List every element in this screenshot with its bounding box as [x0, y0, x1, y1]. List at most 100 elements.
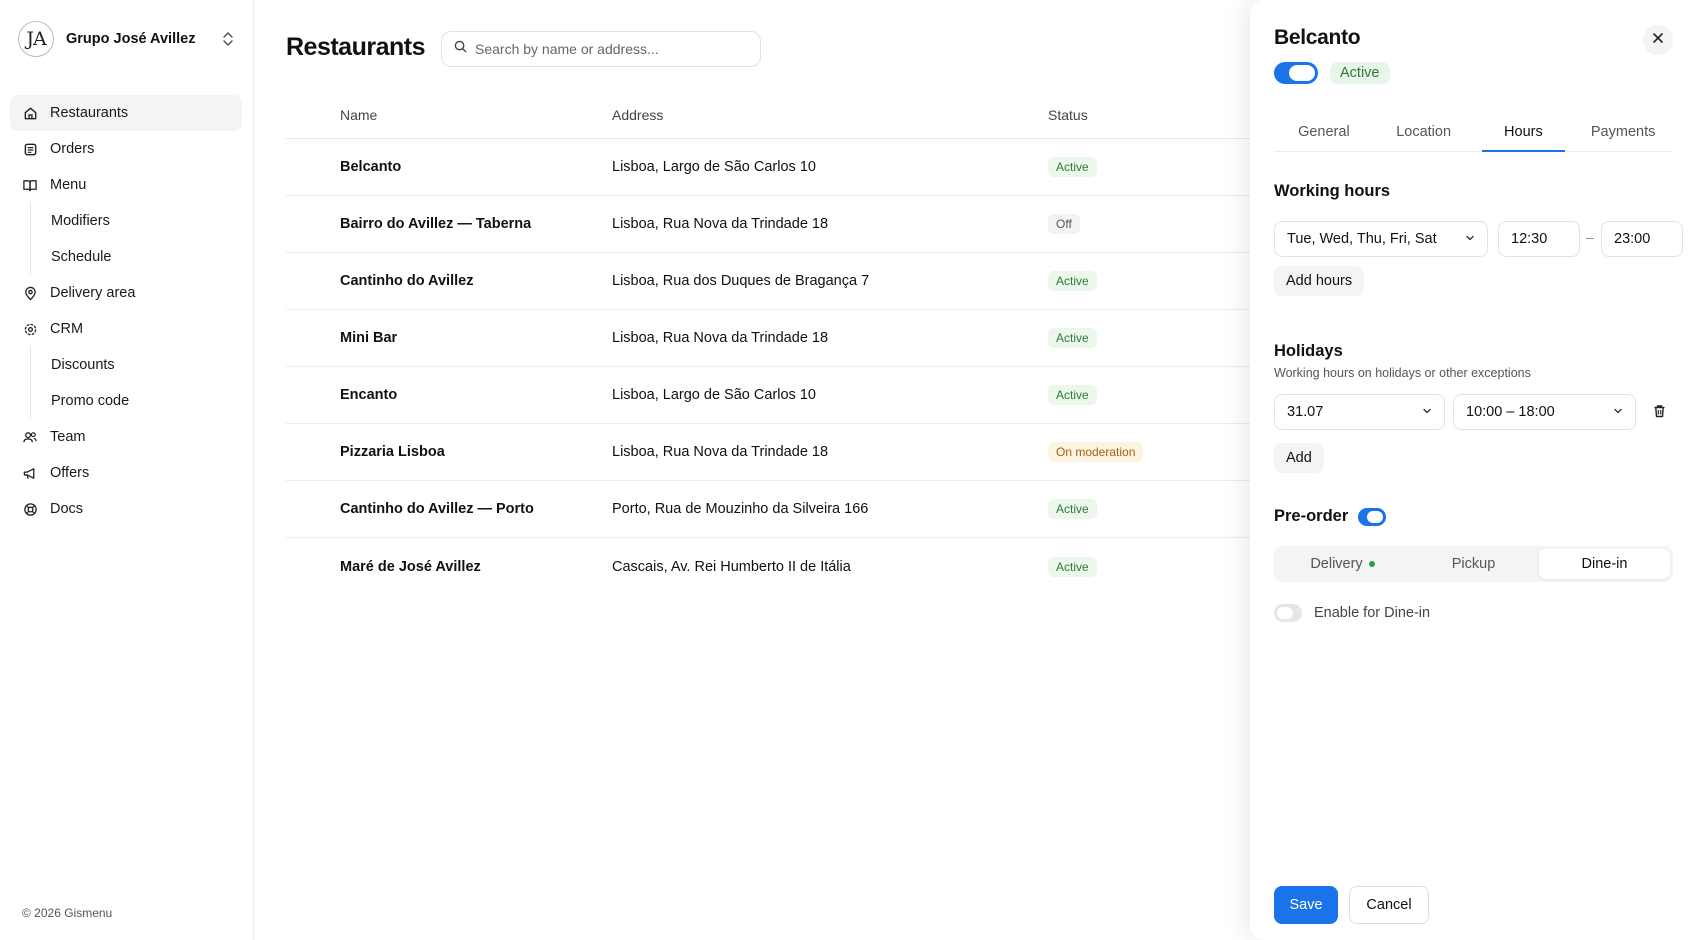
- status-badge: Active: [1048, 499, 1097, 519]
- sidebar-item-orders[interactable]: Orders: [10, 131, 242, 167]
- sidebar-item-discounts[interactable]: Discounts: [10, 347, 242, 383]
- gear-icon: [22, 321, 38, 337]
- search-input[interactable]: [475, 41, 745, 57]
- tab-payments[interactable]: Payments: [1573, 110, 1673, 151]
- sidebar-item-label: Menu: [50, 177, 87, 193]
- search-box[interactable]: [441, 31, 761, 67]
- table-row[interactable]: Cantinho do Avillez — Porto Porto, Rua d…: [286, 481, 1254, 538]
- time-separator: –: [1586, 229, 1594, 245]
- sidebar-item-restaurants[interactable]: Restaurants: [10, 95, 242, 131]
- table-row[interactable]: Encanto Lisboa, Largo de São Carlos 10 A…: [286, 367, 1254, 424]
- close-button[interactable]: [1643, 25, 1673, 55]
- map-pin-icon: [22, 285, 38, 301]
- tab-hours[interactable]: Hours: [1474, 110, 1574, 152]
- holiday-hours-select[interactable]: 10:00 – 18:00: [1453, 394, 1636, 430]
- close-time-value: 23:00: [1614, 231, 1651, 247]
- status-badge: Active: [1048, 385, 1097, 405]
- sidebar-item-label: Discounts: [51, 357, 115, 373]
- restaurant-address: Lisboa, Largo de São Carlos 10: [612, 387, 816, 403]
- open-time-input[interactable]: 12:30: [1498, 221, 1580, 257]
- sidebar-item-team[interactable]: Team: [10, 419, 242, 455]
- chevron-down-icon: [1613, 404, 1623, 420]
- sidebar-item-schedule[interactable]: Schedule: [10, 239, 242, 275]
- sidebar-item-docs[interactable]: Docs: [10, 491, 242, 527]
- sidebar-item-crm[interactable]: CRM: [10, 311, 242, 347]
- holiday-date-value: 31.07: [1287, 404, 1324, 420]
- table-row[interactable]: Cantinho do Avillez Lisboa, Rua dos Duqu…: [286, 253, 1254, 310]
- table-row[interactable]: Maré de José Avillez Cascais, Av. Rei Hu…: [286, 538, 1254, 595]
- restaurant-address: Cascais, Av. Rei Humberto II de Itália: [612, 558, 851, 575]
- restaurants-table: Name Address Status Belcanto Lisboa, Lar…: [286, 92, 1254, 595]
- restaurant-address: Lisboa, Largo de São Carlos 10: [612, 159, 816, 175]
- enabled-dot-icon: [1368, 561, 1375, 567]
- trash-icon[interactable]: [1650, 402, 1668, 420]
- chevron-down-icon: [1465, 231, 1475, 247]
- days-value: Tue, Wed, Thu, Fri, Sat: [1287, 231, 1437, 247]
- table-row[interactable]: Bairro do Avillez — Taberna Lisboa, Rua …: [286, 196, 1254, 253]
- close-icon: [1652, 31, 1664, 49]
- sidebar-item-offers[interactable]: Offers: [10, 455, 242, 491]
- column-header-status[interactable]: Status: [1048, 107, 1254, 123]
- segment-label: Delivery: [1310, 556, 1363, 572]
- table-row[interactable]: Belcanto Lisboa, Largo de São Carlos 10 …: [286, 139, 1254, 196]
- add-hours-button[interactable]: Add hours: [1274, 266, 1365, 296]
- restaurant-name: Encanto: [340, 387, 398, 403]
- sidebar-item-menu[interactable]: Menu: [10, 167, 242, 203]
- save-button[interactable]: Save: [1274, 886, 1338, 924]
- restaurant-address: Lisboa, Rua Nova da Trindade 18: [612, 216, 829, 232]
- sidebar-item-label: Docs: [50, 501, 84, 517]
- segment-label: Dine-in: [1581, 556, 1628, 572]
- enable-dine-in-row: Enable for Dine-in: [1274, 604, 1430, 622]
- megaphone-icon: [22, 465, 38, 481]
- sidebar-item-promo-code[interactable]: Promo code: [10, 383, 242, 419]
- table-row[interactable]: Pizzaria Lisboa Lisboa, Rua Nova da Trin…: [286, 424, 1254, 481]
- preorder-toggle[interactable]: [1358, 507, 1387, 526]
- sidebar-item-delivery-area[interactable]: Delivery area: [10, 275, 242, 311]
- status-badge: Active: [1048, 271, 1097, 291]
- users-icon: [22, 429, 38, 445]
- book-icon: [22, 177, 38, 193]
- list-icon: [22, 141, 38, 157]
- status-badge: On moderation: [1048, 442, 1144, 462]
- column-header-name[interactable]: Name: [286, 107, 612, 123]
- status-badge: Active: [1048, 328, 1097, 348]
- restaurant-name: Cantinho do Avillez — Porto: [340, 501, 534, 517]
- sidebar-item-label: CRM: [50, 321, 84, 337]
- sidebar-item-label: Modifiers: [51, 213, 110, 229]
- holiday-date-select[interactable]: 31.07: [1274, 394, 1445, 430]
- preorder-option-pickup[interactable]: Pickup: [1408, 549, 1539, 579]
- status-badge: Off: [1048, 214, 1080, 234]
- sidebar-item-label: Delivery area: [50, 285, 136, 301]
- preorder-option-delivery[interactable]: Delivery: [1277, 549, 1408, 579]
- holidays-subtitle: Working hours on holidays or other excep…: [1274, 366, 1531, 380]
- restaurant-active-toggle[interactable]: [1274, 62, 1318, 84]
- column-header-address[interactable]: Address: [612, 107, 1048, 123]
- restaurant-address: Porto, Rua de Mouzinho da Silveira 166: [612, 501, 869, 517]
- copyright: © 2026 Gismenu: [22, 906, 113, 920]
- preorder-option-dine-in[interactable]: Dine-in: [1539, 549, 1670, 579]
- chevron-up-down-icon[interactable]: [218, 26, 238, 52]
- main-content: Restaurants Name Address Status Belcanto…: [254, 0, 1254, 940]
- help-circle-icon: [22, 501, 38, 517]
- cancel-button[interactable]: Cancel: [1349, 886, 1429, 924]
- working-hours-title: Working hours: [1274, 182, 1391, 200]
- close-time-input[interactable]: 23:00: [1601, 221, 1683, 257]
- org-name: Grupo José Avillez: [66, 31, 196, 47]
- enable-dine-in-toggle[interactable]: [1274, 604, 1302, 622]
- search-icon: [454, 40, 467, 58]
- table-row[interactable]: Mini Bar Lisboa, Rua Nova da Trindade 18…: [286, 310, 1254, 367]
- tab-general[interactable]: General: [1274, 110, 1374, 151]
- table-header: Name Address Status: [286, 92, 1254, 139]
- sidebar-item-modifiers[interactable]: Modifiers: [10, 203, 242, 239]
- org-switcher[interactable]: JA Grupo José Avillez: [18, 20, 238, 58]
- tab-location[interactable]: Location: [1374, 110, 1474, 151]
- panel-tabs: General Location Hours Payments: [1274, 110, 1673, 152]
- open-time-value: 12:30: [1511, 231, 1548, 247]
- sidebar-item-label: Schedule: [51, 249, 112, 265]
- home-icon: [22, 105, 38, 121]
- status-badge: Active: [1048, 157, 1097, 177]
- days-select[interactable]: Tue, Wed, Thu, Fri, Sat: [1274, 221, 1488, 257]
- preorder-header: Pre-order: [1274, 507, 1387, 526]
- add-holiday-button[interactable]: Add: [1274, 443, 1324, 473]
- status-badge: Active: [1330, 62, 1390, 84]
